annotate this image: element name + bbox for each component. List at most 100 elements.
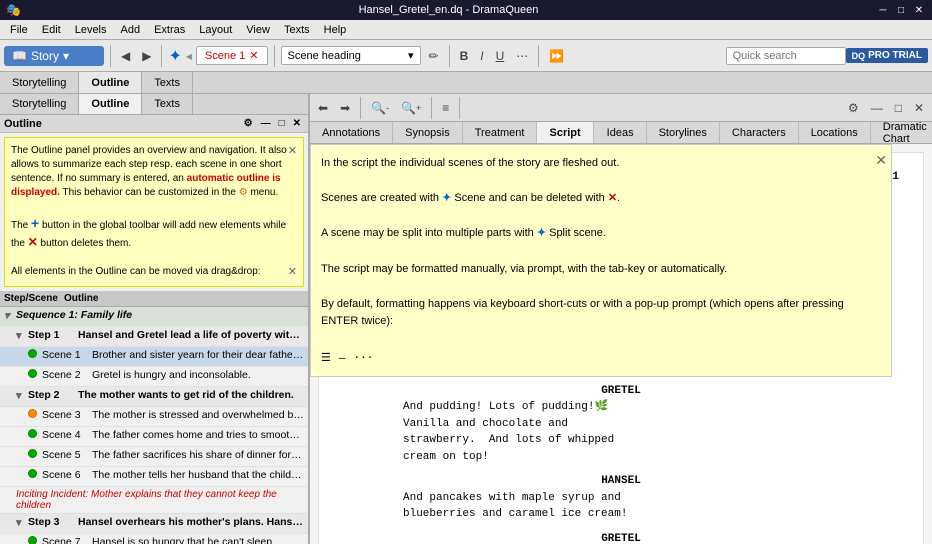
inciting-1-text: Inciting Incident: Mother explains that … [16, 489, 304, 511]
scene-7-item[interactable]: Scene 7 Hansel is so hungry that he can'… [0, 534, 308, 544]
italic-button[interactable]: I [476, 47, 487, 65]
rt-zoom-in-button[interactable]: 🔍+ [397, 99, 425, 117]
step-2-header[interactable]: Step 2 The mother wants to get rid of th… [0, 387, 308, 407]
step-3-header[interactable]: Step 3 Hansel overhears his mother's pla… [0, 514, 308, 534]
panel-header: Outline ⚙ — □ ✕ [0, 115, 308, 133]
rt-format-button[interactable]: ≡ [438, 99, 453, 117]
menu-layout[interactable]: Layout [193, 22, 238, 38]
menu-texts[interactable]: Texts [278, 22, 316, 38]
format-pencil-button[interactable]: ✏ [425, 47, 443, 65]
menu-extras[interactable]: Extras [148, 22, 191, 38]
add-scene-button[interactable]: ✦ [168, 46, 181, 66]
scene-3-item[interactable]: Scene 3 The mother is stressed and overw… [0, 407, 308, 427]
nav-prev-icon[interactable]: ◂ [186, 49, 192, 63]
menu-edit[interactable]: Edit [36, 22, 67, 38]
sequence-1-header[interactable]: Sequence 1: Family life [0, 307, 308, 327]
nav-tab-storytelling[interactable]: Storytelling [0, 72, 79, 93]
nav-tab-texts[interactable]: Texts [142, 72, 193, 93]
help-format-icon-1: ☰ [321, 349, 331, 367]
right-tabs-bar: Annotations Synopsis Treatment Script Id… [310, 122, 932, 144]
nav-tab-outline[interactable]: Outline [79, 72, 142, 93]
scene-6-item[interactable]: Scene 6 The mother tells her husband tha… [0, 467, 308, 487]
right-tab-locations[interactable]: Locations [799, 122, 871, 143]
panel-maximize-button[interactable]: □ [276, 117, 288, 130]
script-area[interactable]: ✕ In the script the individual scenes of… [310, 144, 932, 544]
step-3-text: Hansel overhears his mother's plans. Han… [78, 516, 304, 528]
right-toolbar: ⬅ ➡ 🔍- 🔍+ ≡ ⚙ — □ ✕ [310, 94, 932, 122]
character-hansel-2: HANSEL [343, 473, 899, 490]
sequence-1-toggle-icon[interactable] [4, 309, 16, 322]
rt-sep-3 [459, 97, 460, 119]
app-icon: 🎭 [6, 3, 21, 17]
rt-zoom-out-button[interactable]: 🔍- [367, 99, 393, 117]
help-format-sep: — [339, 349, 346, 367]
step-2-toggle-icon[interactable] [16, 389, 28, 402]
nav-forward-button[interactable]: ▶ [138, 47, 155, 65]
scene-6-bullet [28, 469, 42, 478]
scene-1-item[interactable]: Scene 1 Brother and sister yearn for the… [0, 347, 308, 367]
right-tab-annotations[interactable]: Annotations [310, 122, 393, 143]
help-line-3: Scenes are created with ✦ Scene and can … [321, 190, 881, 208]
underline-button[interactable]: U [492, 47, 509, 65]
panel-close-button[interactable]: ✕ [290, 117, 304, 130]
rt-back-button[interactable]: ⬅ [314, 99, 332, 117]
scene-6-text: The mother tells her husband that the ch… [92, 469, 304, 481]
scene-tab[interactable]: Scene 1 ✕ [196, 46, 268, 65]
info-close-button-2[interactable]: ✕ [288, 265, 297, 280]
scene-heading-label: Scene heading [288, 50, 361, 62]
bold-button[interactable]: B [456, 47, 473, 65]
separator-1 [110, 45, 111, 67]
panel-minimize-button[interactable]: — [258, 117, 274, 130]
scene-2-text: Gretel is hungry and inconsolable. [92, 369, 304, 381]
right-tab-dramatic-chart[interactable]: Dramatic Chart [871, 122, 932, 143]
close-button[interactable]: ✕ [912, 3, 926, 17]
extra-btn-1[interactable]: ⏩ [545, 47, 568, 65]
more-button[interactable]: ⋯ [512, 47, 532, 65]
right-panel: ⬅ ➡ 🔍- 🔍+ ≡ ⚙ — □ ✕ Annotations Synopsis… [310, 94, 932, 544]
main-toolbar: 📖 Story ◀ ▶ ✦ ◂ Scene 1 ✕ Scene heading … [0, 40, 932, 72]
scene-5-item[interactable]: Scene 5 The father sacrifices his share … [0, 447, 308, 467]
rt-settings-button[interactable]: ⚙ [844, 99, 863, 117]
panel-tab-outline[interactable]: Outline [79, 94, 142, 114]
menu-file[interactable]: File [4, 22, 34, 38]
step-1-toggle-icon[interactable] [16, 329, 28, 342]
panel-tab-texts[interactable]: Texts [142, 94, 193, 114]
window-title: Hansel_Gretel_en.dq - DramaQueen [21, 4, 876, 16]
rt-close-button[interactable]: ✕ [910, 99, 928, 117]
right-tab-ideas[interactable]: Ideas [595, 122, 647, 143]
scene-4-item[interactable]: Scene 4 The father comes home and tries … [0, 427, 308, 447]
panel-tabs: Storytelling Outline Texts [0, 94, 308, 115]
step-1-header[interactable]: Step 1 Hansel and Gretel lead a life of … [0, 327, 308, 347]
rt-maximize-button[interactable]: □ [891, 99, 906, 117]
nav-back-button[interactable]: ◀ [117, 47, 134, 65]
help-popup-close-button[interactable]: ✕ [875, 149, 887, 171]
right-tab-script[interactable]: Script [537, 122, 593, 143]
menu-levels[interactable]: Levels [69, 22, 113, 38]
right-tab-storylines[interactable]: Storylines [647, 122, 720, 143]
scene-2-id-label: Scene 2 [42, 369, 92, 381]
scene-number: 1 [892, 169, 899, 186]
scene-4-id-label: Scene 4 [42, 429, 92, 441]
right-tab-treatment[interactable]: Treatment [463, 122, 538, 143]
story-chevron-icon [63, 49, 69, 63]
title-bar: 🎭 Hansel_Gretel_en.dq - DramaQueen ─ □ ✕ [0, 0, 932, 20]
rt-minimize-button[interactable]: — [867, 99, 887, 117]
right-tab-synopsis[interactable]: Synopsis [393, 122, 463, 143]
step-3-toggle-icon[interactable] [16, 516, 28, 529]
info-close-button[interactable]: ✕ [288, 144, 297, 159]
story-dropdown[interactable]: 📖 Story [4, 46, 104, 66]
rt-forward-button[interactable]: ➡ [336, 99, 354, 117]
menu-add[interactable]: Add [115, 22, 147, 38]
scene-close-icon[interactable]: ✕ [249, 49, 258, 62]
maximize-button[interactable]: □ [894, 3, 908, 17]
panel-tab-storytelling[interactable]: Storytelling [0, 94, 79, 114]
minimize-button[interactable]: ─ [876, 3, 890, 17]
info-text-2: The + button in the global toolbar will … [11, 220, 286, 249]
scene-heading-dropdown[interactable]: Scene heading [281, 46, 421, 65]
scene-2-item[interactable]: Scene 2 Gretel is hungry and inconsolabl… [0, 367, 308, 387]
search-input[interactable] [726, 47, 846, 65]
right-tab-characters[interactable]: Characters [720, 122, 799, 143]
panel-settings-button[interactable]: ⚙ [241, 117, 256, 130]
menu-view[interactable]: View [240, 22, 276, 38]
menu-help[interactable]: Help [318, 22, 353, 38]
